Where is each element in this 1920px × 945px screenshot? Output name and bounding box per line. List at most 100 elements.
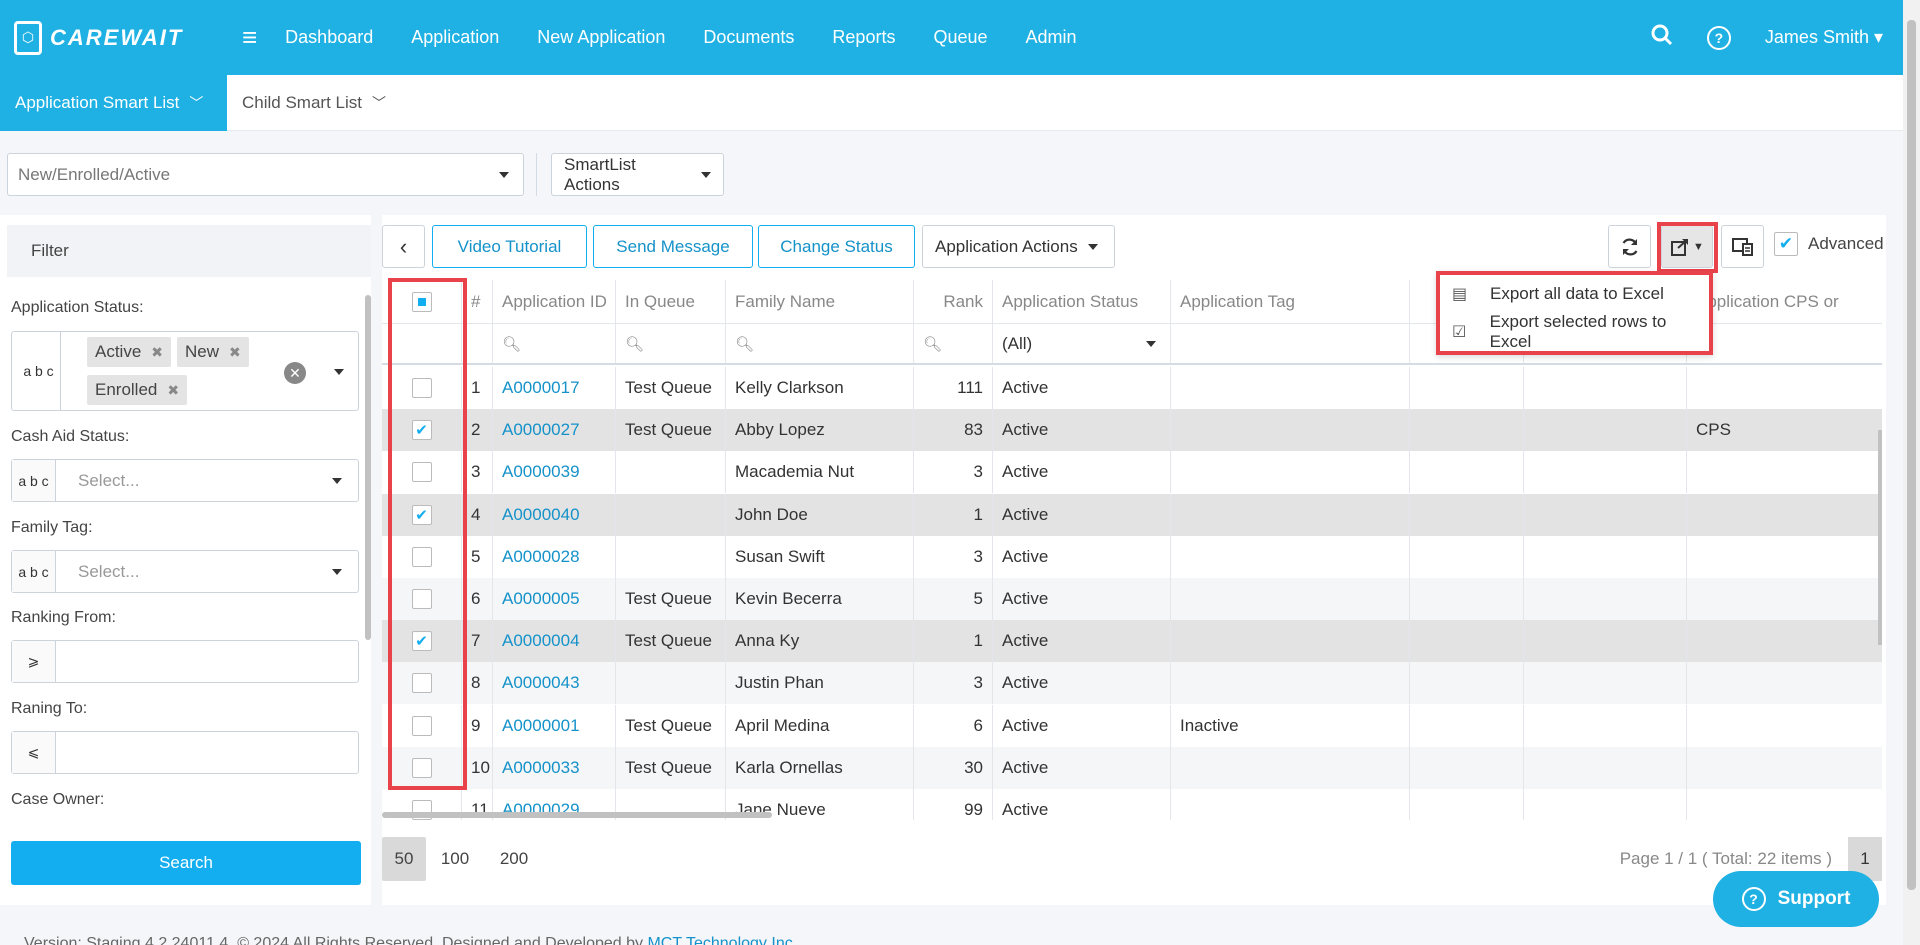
row-checkbox[interactable] xyxy=(411,673,432,694)
table-row[interactable]: ✔ 4 A0000040 John Doe 1 Active xyxy=(382,493,1882,536)
application-id-link[interactable]: A0000043 xyxy=(502,673,580,693)
col-header-application-tag[interactable]: Application Tag xyxy=(1171,280,1410,323)
col-header-in-queue[interactable]: In Queue xyxy=(616,280,726,323)
advanced-toggle[interactable]: ✔ Advanced xyxy=(1774,232,1884,256)
help-icon[interactable]: ? xyxy=(1706,25,1731,50)
application-id-link[interactable]: A0000033 xyxy=(502,758,580,778)
application-id-link[interactable]: A0000028 xyxy=(502,547,580,567)
table-row[interactable]: 1 A0000017 Test Queue Kelly Clarkson 111 Acti… xyxy=(382,367,1882,409)
hamburger-menu-icon[interactable]: ≡ xyxy=(242,22,257,53)
clear-icon[interactable]: ✕ xyxy=(284,362,306,384)
filter-rank[interactable]: 🔍︎ xyxy=(914,324,993,363)
nav-dashboard[interactable]: Dashboard xyxy=(285,27,373,48)
application-id-link[interactable]: A0000005 xyxy=(502,589,580,609)
filter-family-name[interactable]: 🔍︎ xyxy=(726,324,914,363)
select-all-checkbox[interactable] xyxy=(411,291,432,312)
table-row[interactable]: 9 A0000001 Test Queue April Medina 6 Active In… xyxy=(382,704,1882,747)
change-status-button[interactable]: Change Status xyxy=(758,225,915,268)
cell-id[interactable]: A0000027 xyxy=(493,409,616,452)
col-header-rank[interactable]: Rank xyxy=(914,280,993,323)
row-checkbox[interactable] xyxy=(411,589,432,609)
col-header-application-status[interactable]: Application Status xyxy=(993,280,1171,323)
table-row[interactable]: 5 A0000028 Susan Swift 3 Active xyxy=(382,535,1882,578)
application-actions-dropdown[interactable]: Application Actions xyxy=(922,225,1115,268)
page-size-100[interactable]: 100 xyxy=(433,837,477,881)
col-header-family-name[interactable]: Family Name xyxy=(726,280,914,323)
application-id-link[interactable]: A0000004 xyxy=(502,631,580,651)
application-id-link[interactable]: A0000039 xyxy=(502,462,580,482)
refresh-button[interactable] xyxy=(1608,225,1651,268)
table-row[interactable]: ✔ 2 A0000027 Test Queue Abby Lopez 83 Active CP… xyxy=(382,409,1882,452)
page-size-200[interactable]: 200 xyxy=(492,837,536,881)
filter-in-queue[interactable]: 🔍︎ xyxy=(616,324,726,363)
search-button[interactable]: Search xyxy=(11,841,361,885)
cell-id[interactable]: A0000004 xyxy=(493,620,616,663)
caret-down-icon[interactable] xyxy=(334,369,344,375)
page-size-50[interactable]: 50 xyxy=(382,837,426,881)
filter-application-id[interactable]: 🔍︎ xyxy=(493,324,616,363)
remove-chip-icon[interactable]: ✖ xyxy=(151,344,163,361)
row-checkbox[interactable]: ✔ xyxy=(411,420,432,441)
cell-id[interactable]: A0000017 xyxy=(493,367,616,409)
grid-horizontal-scrollbar[interactable] xyxy=(382,812,772,818)
filter-application-status[interactable]: (All) xyxy=(993,324,1171,363)
family-tag-select[interactable]: a b c Select... xyxy=(11,550,359,593)
filter-scrollbar[interactable] xyxy=(365,295,371,640)
app-status-multiselect[interactable]: a b c Active ✖ New ✖ Enrolled ✖ ✕ xyxy=(11,331,359,411)
cash-aid-select[interactable]: a b c Select... xyxy=(11,459,359,502)
cell-id[interactable]: A0000033 xyxy=(493,746,616,789)
column-chooser-button[interactable] xyxy=(1721,225,1764,268)
table-row[interactable]: 8 A0000043 Justin Phan 3 Active xyxy=(382,662,1882,705)
page-scrollbar[interactable] xyxy=(1903,0,1920,945)
ranking-from-input[interactable]: ⩾ xyxy=(11,640,359,683)
row-checkbox[interactable] xyxy=(411,378,432,398)
col-header-application-id[interactable]: Application ID xyxy=(493,280,616,323)
row-checkbox[interactable]: ✔ xyxy=(411,504,432,525)
user-menu[interactable]: James Smith ▾ xyxy=(1765,27,1883,48)
application-id-link[interactable]: A0000017 xyxy=(502,378,580,398)
video-tutorial-button[interactable]: Video Tutorial xyxy=(432,225,587,268)
filter-header[interactable]: Filter xyxy=(7,225,371,277)
table-row[interactable]: ✔ 7 A0000004 Test Queue Anna Ky 1 Active xyxy=(382,620,1882,663)
grid-vertical-scrollbar[interactable] xyxy=(1878,430,1882,645)
nav-application[interactable]: Application xyxy=(411,27,499,48)
col-header-application-cps[interactable]: Application CPS or xyxy=(1687,280,1882,323)
application-id-link[interactable]: A0000027 xyxy=(502,420,580,440)
advanced-checkbox[interactable]: ✔ xyxy=(1774,232,1798,256)
row-checkbox[interactable] xyxy=(411,546,432,567)
company-link[interactable]: MCT Technology Inc. xyxy=(647,935,797,945)
export-button[interactable]: ▼ xyxy=(1661,225,1713,268)
export-selected-menu-item[interactable]: ☑ Export selected rows to Excel xyxy=(1440,312,1709,351)
cell-id[interactable]: A0000043 xyxy=(493,662,616,705)
nav-admin[interactable]: Admin xyxy=(1026,27,1077,48)
nav-documents[interactable]: Documents xyxy=(703,27,794,48)
smartlist-actions-dropdown[interactable]: SmartList Actions xyxy=(551,153,724,196)
remove-chip-icon[interactable]: ✖ xyxy=(167,382,179,399)
remove-chip-icon[interactable]: ✖ xyxy=(229,344,241,361)
table-row[interactable]: 10 A0000033 Test Queue Karla Ornellas 30 Acti… xyxy=(382,746,1882,789)
tab-child-smart-list[interactable]: Child Smart List ﹀ xyxy=(227,75,401,131)
support-button[interactable]: ? Support xyxy=(1713,871,1879,927)
send-message-button[interactable]: Send Message xyxy=(593,225,753,268)
export-all-menu-item[interactable]: ▤ Export all data to Excel xyxy=(1440,275,1709,313)
nav-reports[interactable]: Reports xyxy=(832,27,895,48)
nav-queue[interactable]: Queue xyxy=(933,27,987,48)
cell-id[interactable]: A0000028 xyxy=(493,535,616,578)
row-checkbox[interactable] xyxy=(411,715,432,736)
table-row[interactable]: 3 A0000039 Macademia Nut 3 Active xyxy=(382,451,1882,494)
application-id-link[interactable]: A0000040 xyxy=(502,505,580,525)
nav-new-application[interactable]: New Application xyxy=(537,27,665,48)
application-id-link[interactable]: A0000001 xyxy=(502,716,580,736)
tab-application-smart-list[interactable]: Application Smart List ﹀ xyxy=(0,75,227,131)
table-row[interactable]: 6 A0000005 Test Queue Kevin Becerra 5 Active xyxy=(382,578,1882,620)
ranking-to-input[interactable]: ⩽ xyxy=(11,731,359,774)
row-checkbox[interactable] xyxy=(411,757,432,778)
cell-id[interactable]: A0000040 xyxy=(493,493,616,536)
cell-id[interactable]: A0000005 xyxy=(493,578,616,620)
collapse-filter-button[interactable]: ‹ xyxy=(382,225,425,268)
cell-id[interactable]: A0000001 xyxy=(493,704,616,747)
smartlist-select[interactable]: New/Enrolled/Active xyxy=(7,153,524,196)
logo[interactable]: ⬡ CAREWAIT xyxy=(14,20,224,55)
row-checkbox[interactable] xyxy=(411,462,432,483)
search-icon[interactable] xyxy=(1651,24,1673,52)
